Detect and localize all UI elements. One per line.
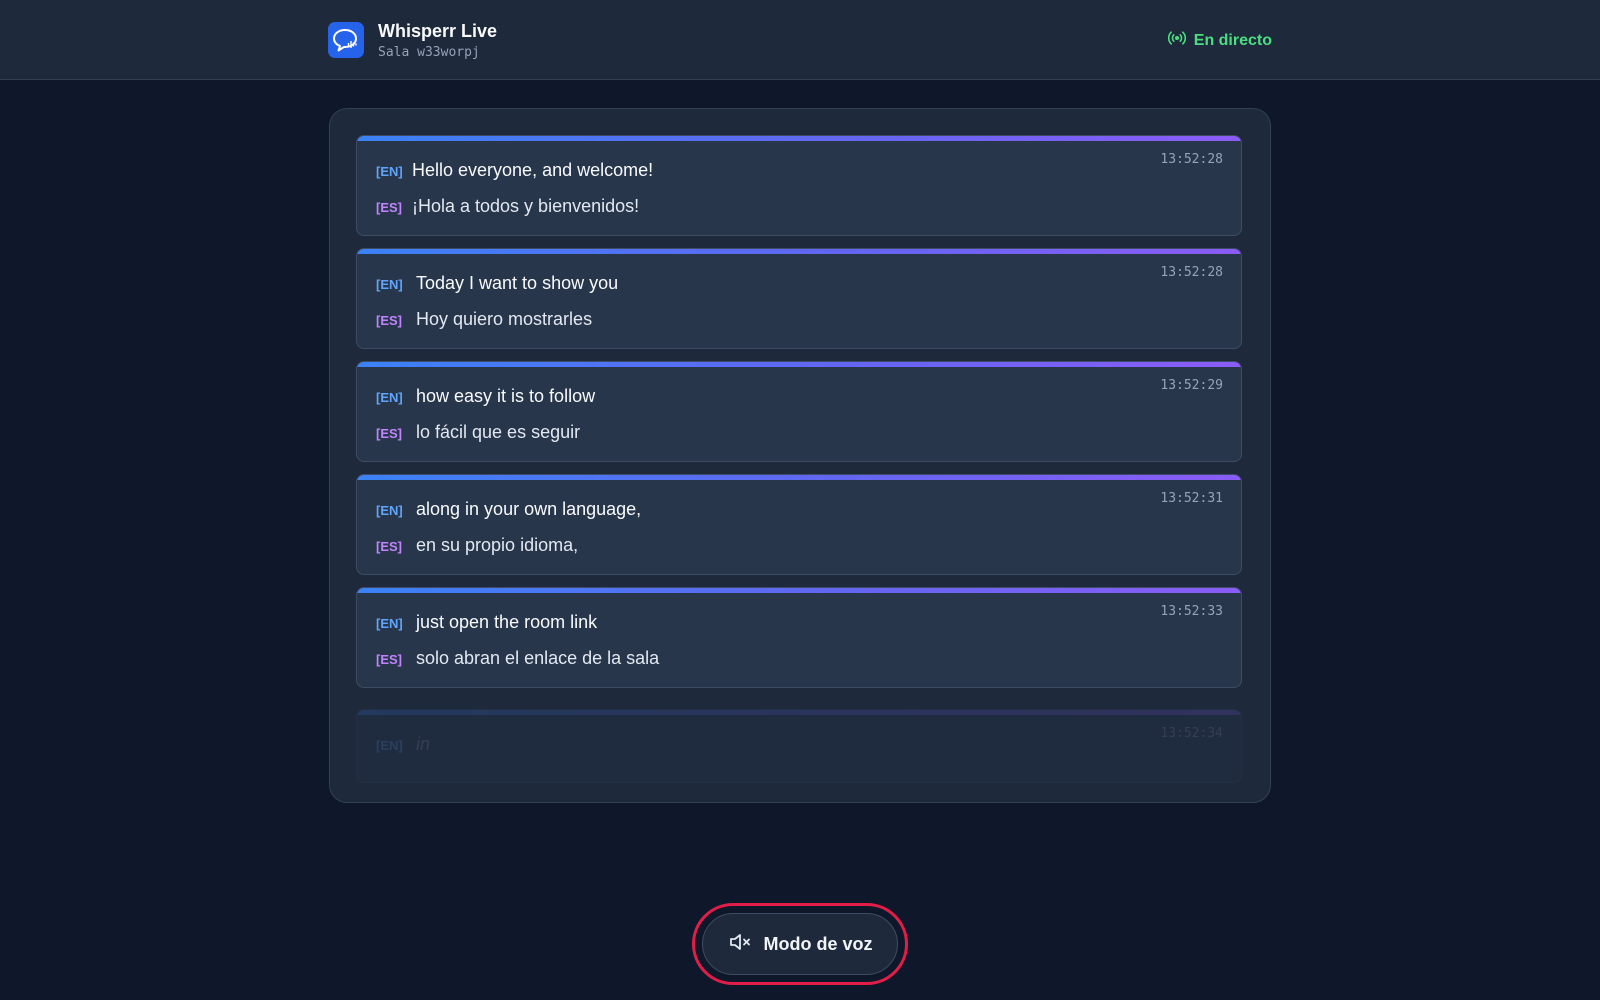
language-tag-en: [EN] [376,503,403,518]
english-line: [EN] Today I want to show you [376,273,618,294]
language-tag-es: [ES] [376,313,402,328]
timestamp: 13:52:31 [1160,491,1223,506]
spanish-line: [ES] solo abran el enlace de la sala [376,648,659,669]
room-id: Sala w33worpj [378,45,480,60]
language-tag-es: [ES] [376,652,402,667]
transcript-entry: [EN] Hello everyone, and welcome! [ES] ¡… [356,135,1242,236]
spanish-text: solo abran el enlace de la sala [416,648,660,668]
english-text: along in your own language, [416,499,642,519]
english-text: Hello everyone, and welcome! [412,160,654,180]
transcript-entry-pending: [EN] in 13:52:34 [356,709,1242,783]
english-line: [EN] in [376,734,430,755]
status-label: En directo [1193,31,1272,49]
broadcast-icon [1167,30,1186,51]
english-text: Today I want to show you [416,273,619,293]
english-line: [EN] how easy it is to follow [376,386,595,407]
speaker-muted-icon [728,932,752,957]
voice-mode-label: Modo de voz [763,933,873,954]
live-status: En directo [1167,30,1272,51]
spanish-text: en su propio idioma, [416,535,579,555]
language-tag-en: [EN] [376,616,403,631]
english-text: in [416,734,431,754]
top-bar: Whisperr Live Sala w33worpj En directo [0,0,1600,80]
english-line: [EN] just open the room link [376,612,597,633]
app-title: Whisperr Live [378,21,498,41]
language-tag-es: [ES] [376,539,402,554]
language-tag-en: [EN] [376,164,403,179]
spanish-line: [ES] Hoy quiero mostrarles [376,309,592,330]
spanish-line: [ES] lo fácil que es seguir [376,422,580,443]
timestamp: 13:52:34 [1160,726,1223,741]
language-tag-en: [EN] [376,738,403,753]
language-tag-es: [ES] [376,200,402,215]
transcript-entry: [EN] Today I want to show you [ES] Hoy q… [356,248,1242,349]
language-tag-en: [EN] [376,277,403,292]
timestamp: 13:52:29 [1160,378,1223,393]
timestamp: 13:52:28 [1160,152,1223,167]
spanish-line: [ES] ¡Hola a todos y bienvenidos! [376,196,639,217]
transcript-entry: [EN] along in your own language, [ES] en… [356,474,1242,575]
transcript-entry: [EN] how easy it is to follow [ES] lo fá… [356,361,1242,462]
chat-bubble-soundwave-icon [328,22,364,58]
english-line: [EN] along in your own language, [376,499,641,520]
language-tag-es: [ES] [376,426,402,441]
english-text: just open the room link [416,612,598,632]
spanish-text: Hoy quiero mostrarles [416,309,593,329]
voice-mode-button[interactable]: Modo de voz [702,913,898,975]
spanish-text: lo fácil que es seguir [416,422,581,442]
language-tag-en: [EN] [376,390,403,405]
transcript-entry: [EN] just open the room link [ES] solo a… [356,587,1242,688]
timestamp: 13:52:28 [1160,265,1223,280]
english-text: how easy it is to follow [416,386,596,406]
english-line: [EN] Hello everyone, and welcome! [376,160,653,181]
spanish-text: ¡Hola a todos y bienvenidos! [412,196,640,216]
timestamp: 13:52:33 [1160,604,1223,619]
spanish-line: [ES] en su propio idioma, [376,535,578,556]
